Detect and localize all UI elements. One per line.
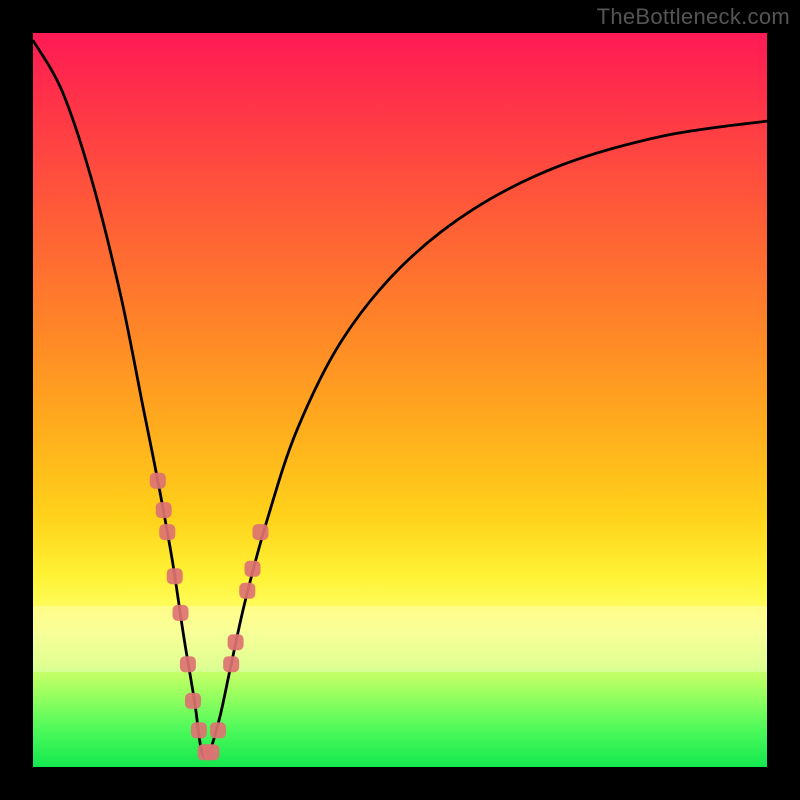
plot-area xyxy=(33,33,767,767)
curve-marker xyxy=(245,561,261,577)
curve-marker xyxy=(210,722,226,738)
marker-group xyxy=(150,473,269,761)
curve-marker xyxy=(167,568,183,584)
curve-marker xyxy=(180,656,196,672)
curve-marker xyxy=(253,524,269,540)
curve-marker xyxy=(203,744,219,760)
curve-marker xyxy=(159,524,175,540)
curve-marker xyxy=(191,722,207,738)
curve-marker xyxy=(173,605,189,621)
bottleneck-curve xyxy=(33,40,767,758)
curve-marker xyxy=(228,634,244,650)
plot-svg xyxy=(33,33,767,767)
curve-marker xyxy=(150,473,166,489)
watermark-text: TheBottleneck.com xyxy=(597,4,790,30)
curve-marker xyxy=(156,502,172,518)
curve-marker xyxy=(223,656,239,672)
curve-marker xyxy=(239,583,255,599)
curve-marker xyxy=(185,693,201,709)
chart-stage: TheBottleneck.com xyxy=(0,0,800,800)
